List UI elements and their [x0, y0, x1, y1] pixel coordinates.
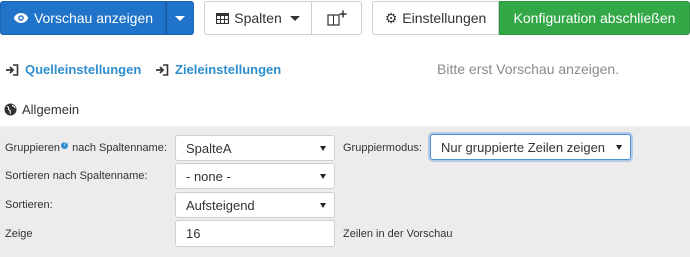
sort-order-select[interactable]: Aufsteigend — [175, 192, 335, 218]
chevron-down-icon — [289, 15, 300, 21]
preview-hint: Bitte erst Vorschau anzeigen. — [437, 61, 620, 77]
section-title-label: Allgemein — [22, 102, 80, 117]
target-settings-link[interactable]: Zieleinstellungen — [155, 62, 281, 77]
chevron-down-icon — [320, 203, 326, 208]
table-icon — [216, 12, 230, 24]
sign-in-icon — [5, 63, 19, 76]
source-settings-link[interactable]: Quelleinstellungen — [5, 62, 141, 77]
settings-links-area — [0, 42, 690, 126]
source-settings-label: Quelleinstellungen — [25, 62, 142, 77]
columns-button[interactable]: Spalten — [204, 1, 312, 35]
gear-icon: ⚙ — [384, 9, 398, 26]
group-by-select[interactable]: SpalteA — [175, 135, 335, 161]
preview-dropdown-toggle[interactable] — [166, 1, 194, 35]
settings-button[interactable]: ⚙ Einstellungen — [372, 1, 499, 35]
add-column-icon — [326, 10, 347, 26]
group-mode-value: Nur gruppierte Zeilen zeigen — [441, 139, 606, 155]
group-mode-label: Gruppiermodus: — [343, 142, 422, 154]
add-column-button[interactable] — [311, 1, 362, 35]
chevron-down-icon — [320, 174, 326, 179]
toolbar: Vorschau anzeigen Spalten ⚙ Einstellunge… — [0, 0, 690, 42]
columns-button-label: Spalten — [234, 10, 282, 26]
sort-by-value: - none - — [186, 168, 231, 184]
settings-button-label: Einstellungen — [402, 10, 487, 26]
finish-configuration-label: Konfiguration abschließen — [513, 10, 676, 26]
preview-button[interactable]: Vorschau anzeigen — [0, 1, 166, 35]
sort-order-value: Aufsteigend — [186, 197, 255, 213]
eye-icon — [13, 12, 29, 24]
preview-rows-input[interactable]: 16 — [175, 220, 335, 247]
target-settings-label: Zieleinstellungen — [175, 62, 282, 77]
chevron-down-icon — [616, 145, 622, 150]
chevron-down-icon — [320, 146, 326, 151]
globe-icon — [4, 103, 17, 116]
help-icon[interactable]: ? — [61, 142, 69, 150]
preview-rows-value: 16 — [186, 226, 201, 241]
group-by-value: SpalteA — [186, 140, 232, 156]
finish-configuration-button[interactable]: Konfiguration abschließen — [499, 1, 690, 35]
section-title-general: Allgemein — [4, 102, 79, 117]
sign-in-icon — [155, 63, 169, 76]
preview-button-label: Vorschau anzeigen — [33, 10, 154, 26]
chevron-down-icon — [175, 15, 185, 21]
sort-by-label: Sortieren nach Spaltenname: — [5, 170, 148, 182]
group-by-label: Gruppieren? nach Spaltenname: — [5, 142, 167, 154]
sort-order-label: Sortieren: — [5, 199, 53, 211]
sort-by-select[interactable]: - none - — [175, 163, 335, 189]
preview-rows-suffix: Zeilen in der Vorschau — [343, 228, 453, 240]
show-rows-label: Zeige — [5, 228, 33, 240]
group-mode-select[interactable]: Nur gruppierte Zeilen zeigen — [430, 134, 631, 160]
